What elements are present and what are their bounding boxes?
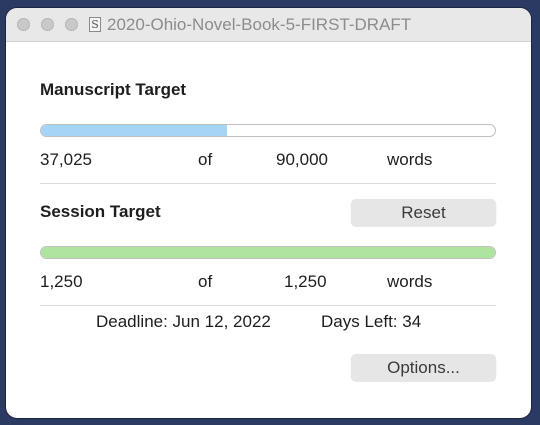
manuscript-progress-fill (41, 125, 228, 136)
session-target-count[interactable]: 1,250 (284, 272, 327, 292)
footer-divider (40, 305, 496, 306)
session-of-label: of (198, 272, 213, 291)
session-target-heading: Session Target (40, 202, 161, 221)
days-left-label: Days Left: 34 (321, 312, 422, 331)
session-progress-fill (41, 247, 495, 258)
reset-button[interactable]: Reset (351, 199, 496, 226)
manuscript-progress-bar (40, 124, 496, 137)
manuscript-of-label: of (198, 150, 213, 169)
manuscript-target-heading: Manuscript Target (40, 80, 187, 99)
manuscript-current-count: 37,025 (40, 150, 92, 169)
section-divider (40, 183, 496, 184)
window-title: 2020-Ohio-Novel-Book-5-FIRST-DRAFT (107, 15, 412, 34)
session-current-count: 1,250 (40, 272, 83, 291)
document-icon: S (89, 17, 101, 32)
title-bar[interactable]: S 2020-Ohio-Novel-Book-5-FIRST-DRAFT (6, 8, 531, 42)
zoom-button[interactable] (65, 18, 78, 31)
deadline-label: Deadline: Jun 12, 2022 (96, 312, 271, 331)
minimize-button[interactable] (41, 18, 54, 31)
options-button[interactable]: Options... (351, 354, 496, 381)
manuscript-target-count[interactable]: 90,000 (276, 150, 328, 170)
session-unit-label: words (387, 272, 433, 291)
close-button[interactable] (17, 18, 30, 31)
project-targets-window: S 2020-Ohio-Novel-Book-5-FIRST-DRAFT Man… (6, 8, 531, 418)
session-progress-bar (40, 246, 496, 259)
manuscript-unit-label: words (387, 150, 433, 169)
